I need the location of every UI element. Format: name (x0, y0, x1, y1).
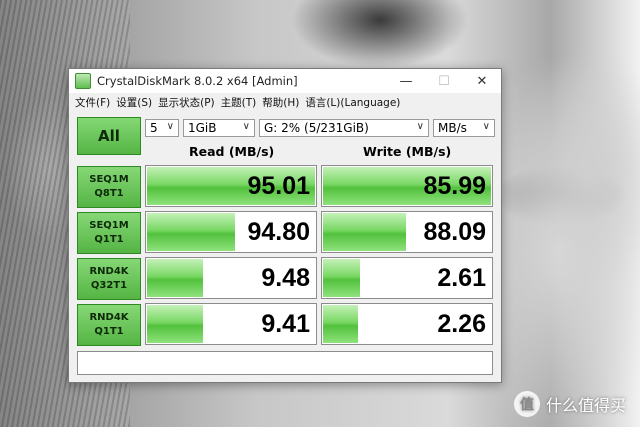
comment-field[interactable] (77, 351, 493, 375)
read-result-seq1m-q1t1: 94.80 (145, 211, 317, 253)
write-bar (323, 213, 406, 251)
write-result-rnd4k-q32t1: 2.61 (321, 257, 493, 299)
menu-profile[interactable]: 显示状态(P) (156, 95, 219, 110)
maximize-button[interactable]: ☐ (425, 69, 463, 93)
crystaldiskmark-window: CrystalDiskMark 8.0.2 x64 [Admin] — ☐ ✕ … (68, 68, 502, 383)
read-result-seq1m-q8t1: 95.01 (145, 165, 317, 207)
title-bar[interactable]: CrystalDiskMark 8.0.2 x64 [Admin] — ☐ ✕ (69, 69, 501, 93)
write-value: 2.26 (437, 309, 486, 338)
read-bar (147, 213, 236, 251)
write-column-header: Write (MB/s) (363, 144, 452, 159)
write-result-rnd4k-q1t1: 2.26 (321, 303, 493, 345)
test-param: Q1T1 (94, 234, 124, 245)
test-param: Q32T1 (90, 280, 128, 291)
write-value: 88.09 (423, 217, 486, 246)
chevron-down-icon: ∨ (482, 121, 490, 132)
test-name: RND4K (89, 266, 129, 277)
chevron-down-icon: ∨ (166, 121, 174, 132)
watermark: 值 什么值得买 (513, 391, 626, 417)
drive-value: G: 2% (5/231GiB) (264, 121, 369, 135)
test-name: SEQ1M (89, 174, 129, 185)
close-button[interactable]: ✕ (463, 69, 501, 93)
minimize-button[interactable]: — (387, 69, 425, 93)
unit-value: MB/s (438, 121, 467, 135)
test-button-rnd4k-q1t1[interactable]: RND4K Q1T1 (77, 304, 141, 346)
test-param: Q1T1 (94, 326, 124, 337)
test-name: RND4K (89, 312, 129, 323)
menu-language[interactable]: 语言(L)(Language) (303, 95, 404, 110)
write-value: 2.61 (437, 263, 486, 292)
read-value: 95.01 (247, 171, 310, 200)
chevron-down-icon: ∨ (416, 121, 424, 132)
test-button-rnd4k-q32t1[interactable]: RND4K Q32T1 (77, 258, 141, 300)
read-value: 9.48 (261, 263, 310, 292)
write-bar (323, 305, 359, 343)
read-column-header: Read (MB/s) (189, 144, 275, 159)
test-param: Q8T1 (94, 188, 124, 199)
read-value: 94.80 (247, 217, 310, 246)
read-result-rnd4k-q1t1: 9.41 (145, 303, 317, 345)
test-count-select[interactable]: 5 ∨ (145, 119, 179, 137)
unit-select[interactable]: MB/s ∨ (433, 119, 495, 137)
drive-select[interactable]: G: 2% (5/231GiB) ∨ (259, 119, 429, 137)
test-button-seq1m-q1t1[interactable]: SEQ1M Q1T1 (77, 212, 141, 254)
run-all-button[interactable]: All (77, 117, 141, 155)
read-result-rnd4k-q32t1: 9.48 (145, 257, 317, 299)
watermark-text: 什么值得买 (545, 396, 626, 415)
menu-bar: 文件(F) 设置(S) 显示状态(P) 主题(T) 帮助(H) 语言(L)(La… (69, 93, 501, 111)
app-icon (75, 73, 91, 89)
write-bar (323, 259, 361, 297)
test-size-select[interactable]: 1GiB ∨ (183, 119, 255, 137)
test-count-value: 5 (150, 121, 158, 135)
test-button-seq1m-q8t1[interactable]: SEQ1M Q8T1 (77, 166, 141, 208)
read-bar (147, 259, 203, 297)
test-size-value: 1GiB (188, 121, 217, 135)
read-bar (147, 305, 203, 343)
menu-file[interactable]: 文件(F) (73, 95, 114, 110)
menu-help[interactable]: 帮助(H) (260, 95, 303, 110)
menu-theme[interactable]: 主题(T) (219, 95, 261, 110)
read-value: 9.41 (261, 309, 310, 338)
write-result-seq1m-q1t1: 88.09 (321, 211, 493, 253)
write-value: 85.99 (423, 171, 486, 200)
write-result-seq1m-q8t1: 85.99 (321, 165, 493, 207)
window-title: CrystalDiskMark 8.0.2 x64 [Admin] (97, 74, 298, 88)
menu-settings[interactable]: 设置(S) (114, 95, 156, 110)
watermark-logo-icon: 值 (513, 391, 540, 417)
chevron-down-icon: ∨ (242, 121, 250, 132)
test-name: SEQ1M (89, 220, 129, 231)
